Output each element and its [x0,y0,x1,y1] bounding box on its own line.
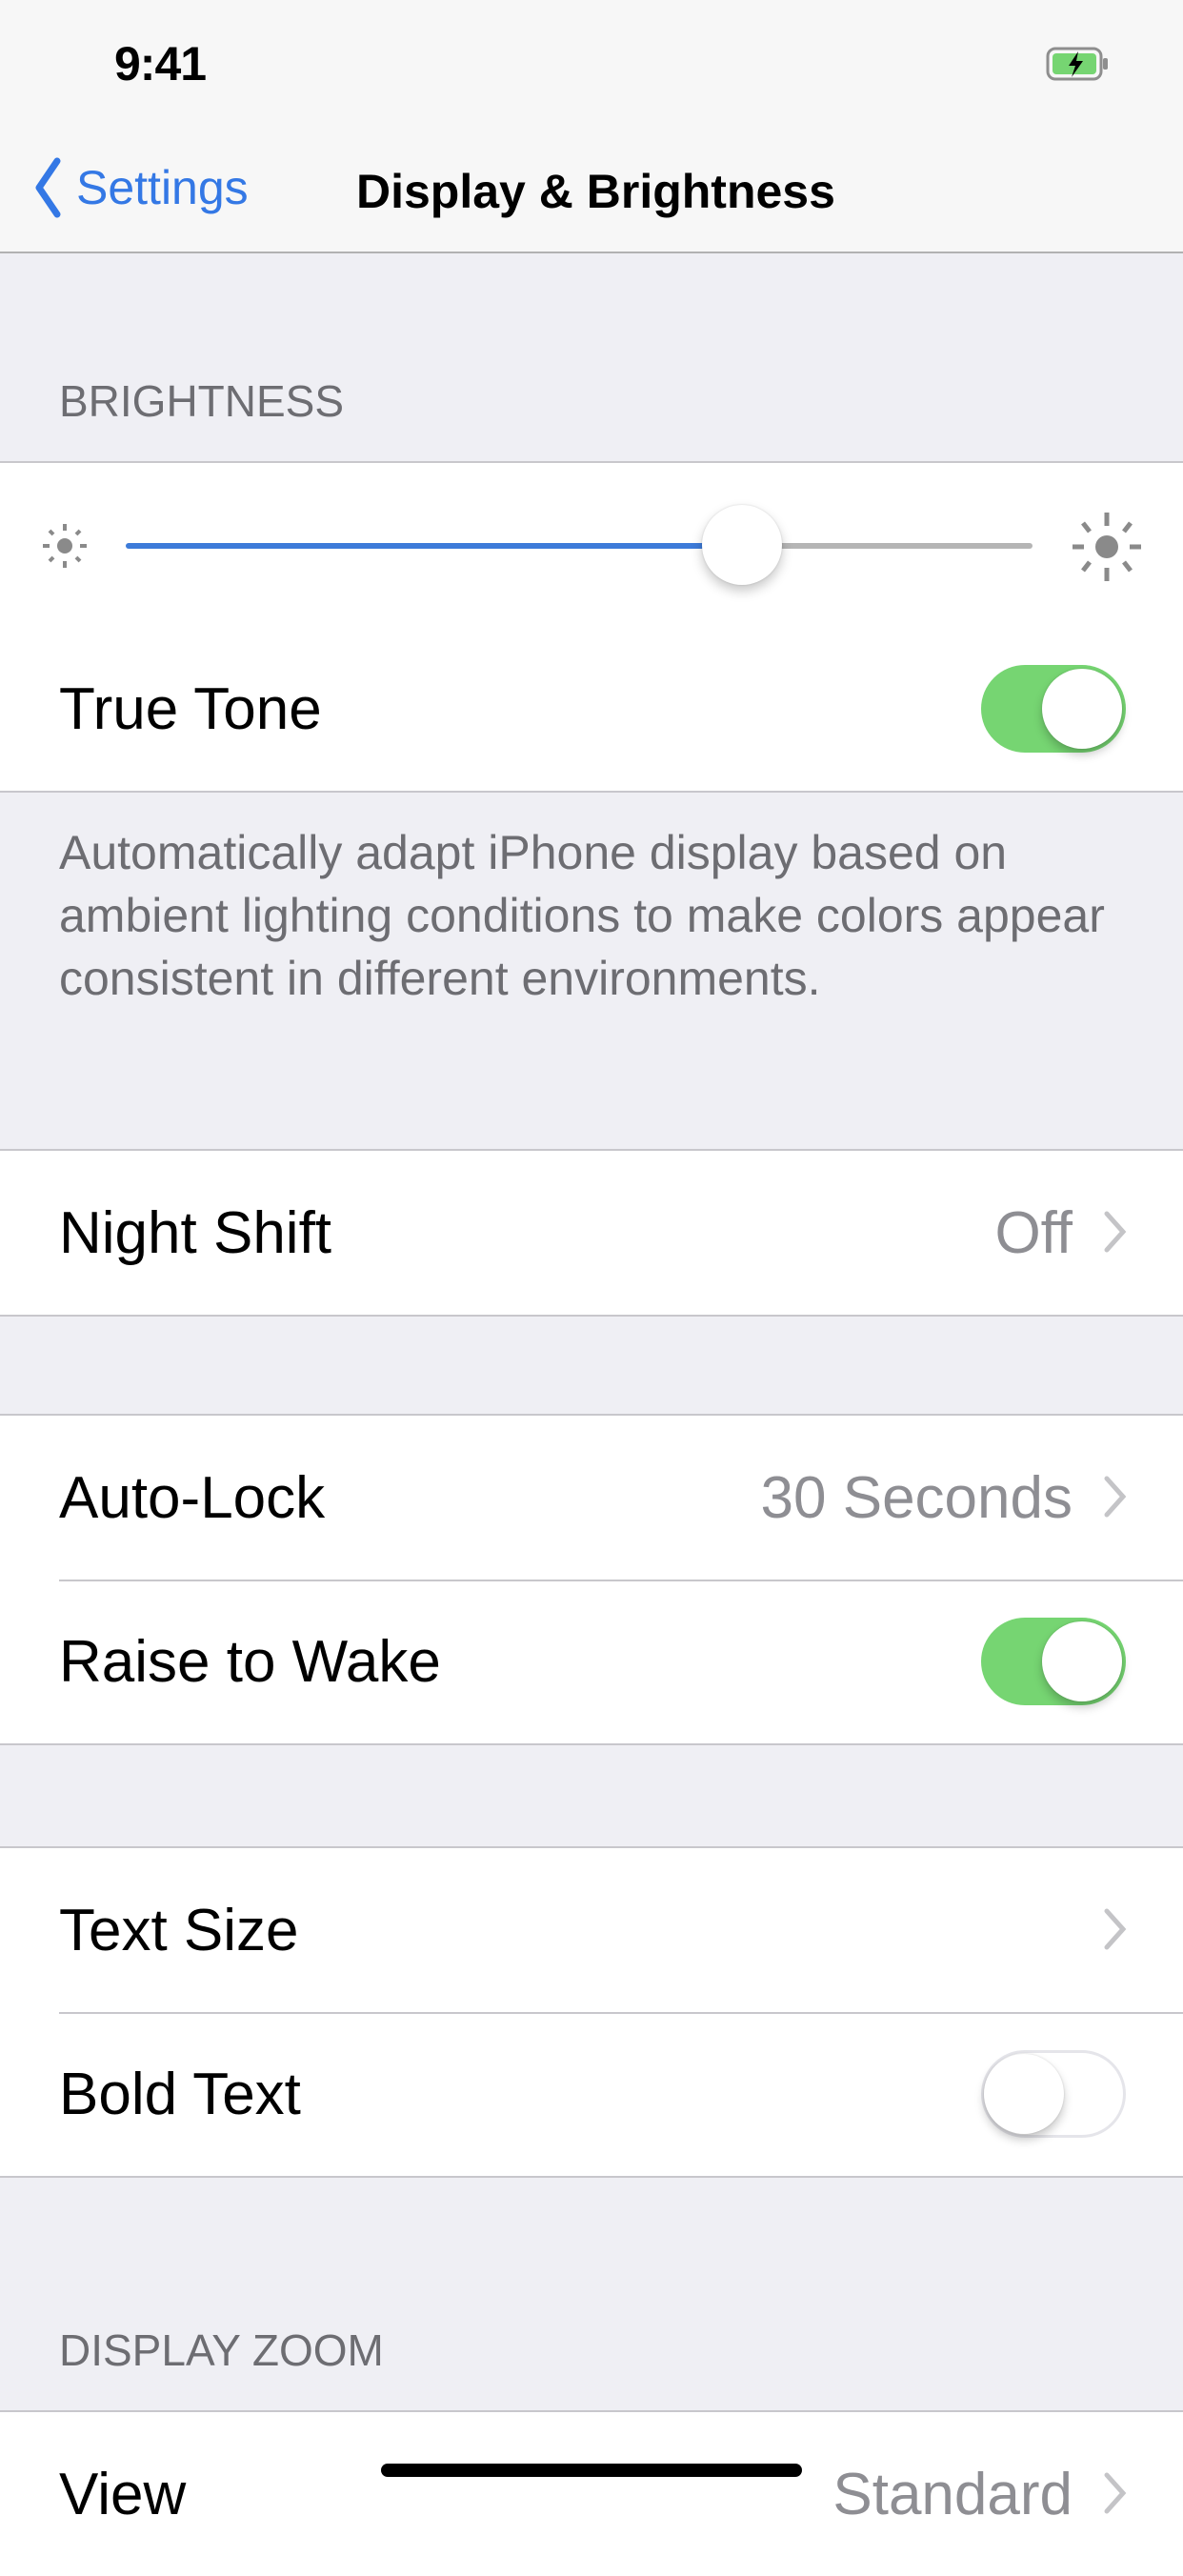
chevron-left-icon [35,157,61,218]
text-size-label: Text Size [59,1897,299,1963]
true-tone-description: Automatically adapt iPhone display based… [59,826,1105,1005]
toggle-knob [1042,669,1122,749]
night-shift-value: Off [994,1199,1073,1266]
bold-text-toggle[interactable] [981,2050,1126,2138]
chevron-right-icon [1104,1476,1127,1518]
auto-lock-row[interactable]: Auto-Lock 30 Seconds [0,1416,1183,1580]
raise-to-wake-label: Raise to Wake [59,1628,441,1695]
status-bar: 9:41 [0,0,1183,126]
view-value: Standard [832,2461,1073,2527]
true-tone-row: True Tone [0,627,1183,791]
view-label: View [59,2461,187,2527]
display-zoom-group: View Standard [0,2410,1183,2576]
sun-small-icon [43,524,87,568]
sun-large-icon [1073,513,1141,581]
slider-thumb[interactable] [702,505,783,585]
true-tone-label: True Tone [59,675,322,742]
status-time: 9:41 [114,37,207,91]
auto-lock-label: Auto-Lock [59,1464,326,1531]
chevron-right-icon [1104,1908,1127,1950]
navigation-bar: Settings Display & Brightness [0,126,1183,253]
battery-charging-icon [1046,47,1108,81]
raise-to-wake-toggle[interactable] [981,1618,1126,1705]
night-shift-row[interactable]: Night Shift Off [0,1151,1183,1315]
true-tone-toggle[interactable] [981,665,1126,753]
section-header-display-zoom: DISPLAY ZOOM [59,2325,384,2375]
section-header-brightness: BRIGHTNESS [59,376,345,426]
view-row[interactable]: View Standard [0,2412,1183,2576]
toggle-knob [984,2054,1064,2134]
text-size-row[interactable]: Text Size [0,1848,1183,2012]
page-title: Display & Brightness [356,165,835,218]
bold-text-label: Bold Text [59,2061,301,2127]
auto-lock-value: 30 Seconds [760,1464,1073,1531]
home-indicator[interactable] [381,2464,802,2477]
chevron-right-icon [1104,1211,1127,1253]
chevron-right-icon [1104,2472,1127,2514]
brightness-slider[interactable] [0,463,1183,627]
text-group: Text Size Bold Text [0,1846,1183,2178]
toggle-knob [1042,1621,1122,1701]
lock-group: Auto-Lock 30 Seconds Raise to Wake [0,1414,1183,1745]
night-shift-group: Night Shift Off [0,1149,1183,1317]
brightness-group: True Tone [0,461,1183,793]
night-shift-label: Night Shift [59,1199,332,1266]
back-button[interactable]: Settings [34,154,249,221]
slider-track-filled [126,543,743,549]
bold-text-row: Bold Text [0,2012,1183,2176]
raise-to-wake-row: Raise to Wake [0,1580,1183,1743]
back-label: Settings [76,161,249,214]
slider-track-empty [742,543,1033,549]
